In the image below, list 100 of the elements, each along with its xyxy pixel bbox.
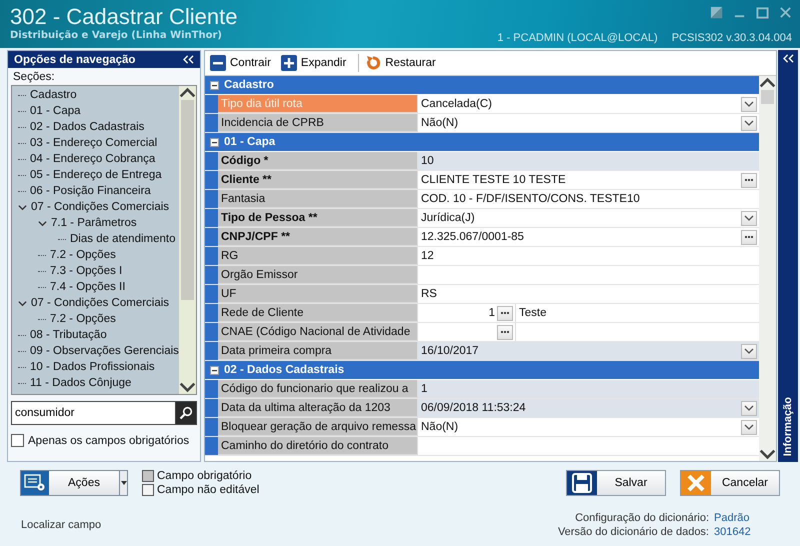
chevron-down-icon[interactable] bbox=[18, 202, 27, 212]
dropdown-button[interactable] bbox=[741, 116, 757, 130]
property-value[interactable]: 06/09/2018 11:53:24 bbox=[418, 399, 759, 417]
chevron-down-icon bbox=[744, 215, 754, 221]
row-gutter bbox=[205, 342, 218, 360]
property-label[interactable]: CNAE (Código Nacional de Atividade bbox=[218, 323, 418, 341]
ellipsis-button[interactable] bbox=[741, 230, 757, 244]
tree-item[interactable]: 7.3 - Opções I bbox=[50, 265, 122, 277]
tree-item[interactable]: 06 - Posição Financeira bbox=[30, 185, 151, 197]
row-gutter bbox=[205, 304, 218, 322]
toolbar-button[interactable]: Contrair bbox=[208, 55, 279, 71]
dropdown-button[interactable] bbox=[741, 400, 757, 416]
checkbox[interactable] bbox=[11, 434, 24, 447]
expand-panel-icon[interactable] bbox=[782, 54, 794, 63]
property-label[interactable]: Incidencia de CPRB bbox=[218, 114, 418, 132]
scroll-down-icon[interactable] bbox=[759, 447, 776, 461]
collapse-icon[interactable] bbox=[210, 80, 219, 90]
toolbar-button[interactable]: Expandir bbox=[278, 55, 354, 71]
save-button[interactable]: Salvar bbox=[566, 470, 666, 496]
tree-item[interactable]: 11 - Dados Cônjuge bbox=[30, 377, 132, 389]
tree-item[interactable]: 08 - Tributação bbox=[30, 329, 107, 341]
property-label[interactable]: Caminho do diretório do contrato bbox=[218, 437, 418, 455]
property-label[interactable]: Código do funcionario que realizou a bbox=[218, 380, 418, 398]
undo-icon bbox=[365, 55, 382, 71]
maximize-icon[interactable] bbox=[756, 6, 769, 19]
property-label[interactable]: Orgão Emissor bbox=[218, 266, 418, 284]
row-gutter bbox=[205, 95, 218, 113]
section-title: 02 - Dados Cadastrais bbox=[224, 364, 344, 376]
tree-item[interactable]: 02 - Dados Cadastrais bbox=[30, 121, 144, 133]
tree-item[interactable]: 05 - Endereço de Entrega bbox=[30, 169, 162, 181]
tree-item[interactable]: 03 - Endereço Comercial bbox=[30, 137, 158, 149]
dropdown-button[interactable] bbox=[741, 96, 757, 112]
value-text: Cancelada(C) bbox=[420, 98, 493, 110]
property-value[interactable]: Jurídica(J) bbox=[418, 209, 759, 227]
ellipsis-button[interactable] bbox=[497, 324, 513, 340]
dictionary-version-value: 301642 bbox=[714, 526, 750, 538]
toolbar-button[interactable]: Restaurar bbox=[363, 55, 444, 71]
close-icon[interactable] bbox=[779, 6, 792, 19]
row-gutter bbox=[205, 171, 218, 189]
find-field-link[interactable]: Localizar campo bbox=[21, 519, 102, 531]
scroll-down-icon[interactable] bbox=[179, 380, 196, 394]
tree-item[interactable]: 7.2 - Opções bbox=[50, 249, 116, 261]
scroll-up-icon[interactable] bbox=[179, 86, 196, 100]
user-info: 1 - PCADMIN (LOCAL@LOCAL) bbox=[497, 32, 658, 44]
info-side-tab[interactable]: Informação bbox=[778, 50, 798, 462]
search-button[interactable] bbox=[175, 401, 197, 425]
property-label[interactable]: Cliente ** bbox=[218, 171, 418, 189]
actions-dropdown-button[interactable] bbox=[120, 470, 128, 496]
scrollbar-thumb[interactable] bbox=[181, 100, 194, 300]
property-label[interactable]: Tipo de Pessoa ** bbox=[218, 209, 418, 227]
legend-swatch bbox=[142, 470, 154, 482]
tree-item[interactable]: 7.2 - Opções bbox=[50, 313, 116, 325]
value-text: Não(N) bbox=[420, 421, 460, 433]
chevron-down-icon[interactable] bbox=[18, 298, 27, 308]
section-header[interactable]: 02 - Dados Cadastrais bbox=[205, 361, 759, 380]
property-value[interactable]: 10 bbox=[418, 152, 759, 170]
section-header[interactable]: Cadastro bbox=[205, 76, 759, 95]
scroll-up-icon[interactable] bbox=[759, 76, 776, 90]
search-field[interactable]: consumidor bbox=[11, 401, 175, 425]
tree-item[interactable]: 07 - Condições Comerciais bbox=[31, 201, 170, 213]
value-text: 16/10/2017 bbox=[420, 345, 480, 357]
ellipsis-button[interactable] bbox=[741, 172, 757, 188]
tree-item[interactable]: 7.4 - Opções II bbox=[50, 281, 126, 293]
property-label[interactable]: CNPJ/CPF ** bbox=[218, 228, 418, 246]
tree-item[interactable]: 7.1 - Parâmetros bbox=[51, 217, 137, 229]
tree-item[interactable]: 10 - Dados Profissionais bbox=[30, 361, 155, 373]
collapse-icon[interactable] bbox=[210, 366, 219, 374]
cancel-button[interactable]: Cancelar bbox=[680, 470, 780, 496]
dropdown-button[interactable] bbox=[741, 344, 757, 358]
ellipsis-button[interactable] bbox=[497, 306, 513, 320]
section-title: Cadastro bbox=[224, 79, 274, 91]
property-label[interactable]: Data da ultima alteração da 1203 bbox=[218, 399, 418, 417]
section-header[interactable]: 01 - Capa bbox=[205, 133, 759, 152]
scrollbar-thumb[interactable] bbox=[761, 90, 774, 104]
property-label[interactable]: UF bbox=[218, 285, 418, 303]
dropdown-button[interactable] bbox=[741, 420, 757, 434]
property-value[interactable]: 1 bbox=[418, 380, 759, 398]
tree-item[interactable]: 04 - Endereço Cobrança bbox=[30, 153, 156, 165]
tree-item[interactable]: Cadastro bbox=[30, 89, 77, 101]
dropdown-button[interactable] bbox=[741, 210, 757, 226]
collapse-icon[interactable] bbox=[210, 138, 219, 146]
tree-item[interactable]: 01 - Capa bbox=[30, 105, 81, 117]
property-label[interactable]: Rede de Cliente bbox=[218, 304, 418, 322]
tree-item[interactable]: 09 - Observações Gerenciais bbox=[30, 345, 179, 357]
chevron-down-icon[interactable] bbox=[38, 218, 47, 228]
property-label[interactable]: Código * bbox=[218, 152, 418, 170]
tree-item[interactable]: 07 - Condições Comerciais bbox=[31, 297, 170, 309]
property-label[interactable]: Bloquear geração de arquivo remessa bbox=[218, 418, 418, 436]
chevron-down-icon bbox=[744, 101, 754, 107]
property-value[interactable]: 16/10/2017 bbox=[418, 342, 759, 360]
property-label[interactable]: RG bbox=[218, 247, 418, 265]
value-text: 1 bbox=[488, 307, 496, 319]
tree-item[interactable]: Dias de atendimento bbox=[70, 233, 176, 245]
info-tab-label: Informação bbox=[782, 396, 794, 456]
property-label[interactable]: Data primeira compra bbox=[218, 342, 418, 360]
dictionary-config-label: Configuração do dicionário: bbox=[575, 512, 709, 524]
actions-button[interactable]: Ações bbox=[20, 470, 120, 496]
collapse-panel-icon[interactable] bbox=[183, 55, 194, 64]
property-label[interactable]: Fantasia bbox=[218, 190, 418, 208]
row-gutter bbox=[205, 266, 218, 284]
